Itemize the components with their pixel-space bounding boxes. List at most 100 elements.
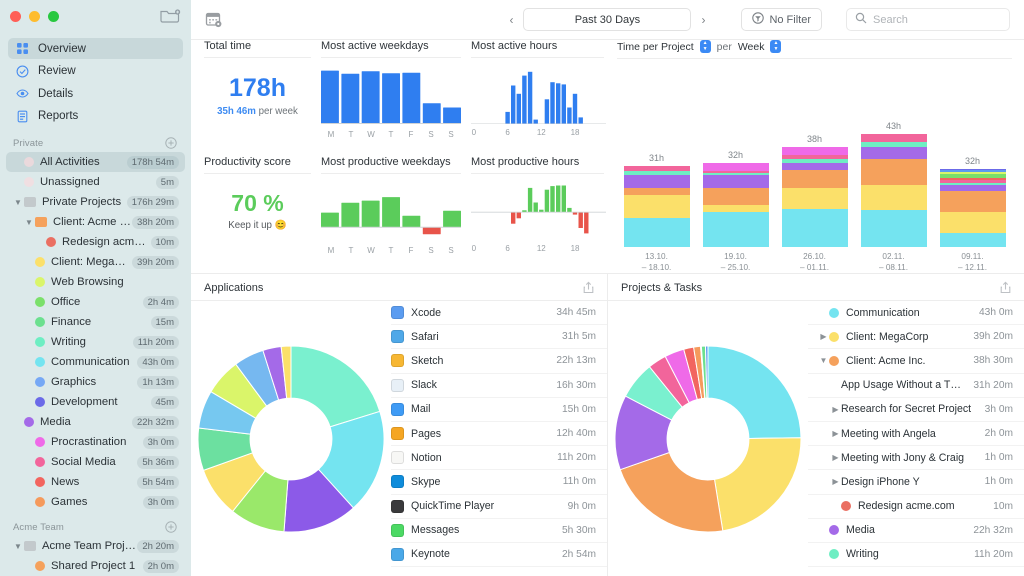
application-row[interactable]: Mail15h 0m	[391, 398, 607, 422]
chevron-right-icon[interactable]: ▶	[830, 477, 841, 486]
zoom-icon[interactable]	[48, 11, 59, 22]
sidebar-project-row[interactable]: Media22h 32m	[6, 412, 185, 432]
project-row[interactable]: ▼Client: Acme Inc.38h 30m	[808, 349, 1024, 373]
stacked-bar-group[interactable]: 32h19.10.– 25.10.	[696, 65, 775, 273]
applications-title: Applications	[204, 282, 263, 294]
project-row[interactable]: Communication43h 0m	[808, 301, 1024, 325]
sidebar-project-time: 15m	[151, 316, 179, 329]
application-row[interactable]: Notion11h 20m	[391, 446, 607, 470]
projects-panel: Projects & Tasks C	[607, 274, 1024, 576]
sidebar-project-row[interactable]: ▼Acme Team Projects2h 20m	[6, 536, 185, 556]
stack-segment	[624, 195, 690, 219]
filter-button[interactable]: No Filter	[741, 8, 822, 31]
chevron-down-icon[interactable]: ▼	[12, 542, 24, 551]
application-row[interactable]: Skype11h 0m	[391, 470, 607, 494]
color-dot-icon	[35, 457, 45, 467]
productive-hours-axis: 061218	[471, 244, 604, 255]
date-range-control: ‹ Past 30 Days ›	[499, 8, 715, 31]
chevron-down-icon[interactable]: ▼	[23, 218, 35, 227]
sidebar-item-reports[interactable]: Reports	[8, 106, 183, 127]
project-row[interactable]: ▶Client: MegaCorp39h 20m	[808, 325, 1024, 349]
add-project-icon[interactable]	[165, 137, 177, 149]
sidebar-project-row[interactable]: Procrastination3h 0m	[6, 432, 185, 452]
sidebar-project-row[interactable]: Redesign acme.com10m	[6, 232, 185, 252]
stacked-bar-group[interactable]: 38h26.10.– 01.11.	[775, 65, 854, 273]
sidebar-project-row[interactable]: Graphics1h 13m	[6, 372, 185, 392]
productivity-title: Productivity score	[204, 156, 311, 174]
sidebar-project-row[interactable]: Writing11h 20m	[6, 332, 185, 352]
chevron-down-icon[interactable]: ▼	[12, 198, 24, 207]
sidebar-project-row[interactable]: Social Media5h 36m	[6, 452, 185, 472]
chevron-right-icon[interactable]: ▶	[830, 453, 841, 462]
project-name: App Usage Without a T…	[841, 379, 961, 391]
calendar-icon[interactable]	[205, 11, 222, 28]
close-icon[interactable]	[10, 11, 21, 22]
next-period-button[interactable]: ›	[691, 8, 715, 31]
application-row[interactable]: QuickTime Player9h 0m	[391, 495, 607, 519]
application-row[interactable]: Keynote2h 54m	[391, 543, 607, 567]
sidebar-item-overview[interactable]: Overview	[8, 38, 183, 59]
share-icon[interactable]	[582, 281, 595, 294]
search-input[interactable]: Search	[846, 8, 1010, 31]
application-row[interactable]: Slack16h 30m	[391, 374, 607, 398]
stacked-bar-group[interactable]: 31h13.10.– 18.10.	[617, 65, 696, 273]
sidebar-project-time: 2h 20m	[137, 540, 179, 553]
project-row[interactable]: ▶Research for Secret Project3h 0m	[808, 398, 1024, 422]
stacked-bar	[940, 169, 1006, 247]
sidebar-project-label: Redesign acme.com	[62, 236, 151, 248]
time-per-project-header: Time per Project ▲▼ per Week ▲▼	[617, 40, 1012, 59]
chevron-right-icon[interactable]: ▶	[818, 332, 829, 341]
project-row[interactable]: App Usage Without a T…31h 20m	[808, 374, 1024, 398]
sidebar-item-review[interactable]: Review	[8, 61, 183, 82]
safari-icon	[391, 330, 404, 343]
keynote-icon	[391, 548, 404, 561]
sidebar-project-row[interactable]: Unassigned5m	[6, 172, 185, 192]
project-row[interactable]: Writing11h 20m	[808, 543, 1024, 567]
application-row[interactable]: Sketch22h 13m	[391, 349, 607, 373]
application-row[interactable]: Xcode34h 45m	[391, 301, 607, 325]
sidebar-project-row[interactable]: All Activities178h 54m	[6, 152, 185, 172]
metric-stepper[interactable]: ▲▼	[700, 40, 711, 53]
application-row[interactable]: Safari31h 5m	[391, 325, 607, 349]
content: Total time 178h 35h 46m per week Most ac…	[191, 40, 1024, 576]
application-name: QuickTime Player	[411, 500, 494, 512]
sidebar-project-row[interactable]: News5h 54m	[6, 472, 185, 492]
sidebar-project-row[interactable]: Client: MegaCorp39h 20m	[6, 252, 185, 272]
axis-tick-label: 18	[571, 128, 580, 137]
chevron-right-icon[interactable]: ▶	[830, 405, 841, 414]
prev-period-button[interactable]: ‹	[499, 8, 523, 31]
chevron-down-icon[interactable]: ▼	[818, 356, 829, 365]
chevron-right-icon[interactable]: ▶	[830, 429, 841, 438]
stacked-bar-group[interactable]: 32h09.11.– 12.11.	[933, 65, 1012, 273]
minimize-icon[interactable]	[29, 11, 40, 22]
stacked-bar-group[interactable]: 43h02.11.– 08.11.	[854, 65, 933, 273]
date-range-label[interactable]: Past 30 Days	[523, 8, 691, 31]
sidebar-project-row[interactable]: Shared Project 12h 0m	[6, 556, 185, 576]
sidebar-item-label: Overview	[38, 43, 86, 55]
project-row[interactable]: Media22h 32m	[808, 519, 1024, 543]
add-project-icon[interactable]	[165, 521, 177, 533]
interval-stepper[interactable]: ▲▼	[770, 40, 781, 53]
sidebar-project-row[interactable]: Development45m	[6, 392, 185, 412]
application-row[interactable]: Messages5h 30m	[391, 519, 607, 543]
sidebar-project-row[interactable]: Web Browsing	[6, 272, 185, 292]
axis-tick-label: 12	[537, 128, 546, 137]
sidebar-project-row[interactable]: ▼Private Projects176h 29m	[6, 192, 185, 212]
active-weekdays-cell: Most active weekdays MTWTFSS	[321, 40, 471, 156]
sidebar-project-row[interactable]: ▼Client: Acme Inc.38h 20m	[6, 212, 185, 232]
application-row[interactable]: Pages12h 40m	[391, 422, 607, 446]
application-time: 22h 13m	[548, 355, 596, 366]
share-icon[interactable]	[999, 281, 1012, 294]
sidebar-item-details[interactable]: Details	[8, 83, 183, 104]
new-folder-icon[interactable]	[159, 7, 181, 25]
sidebar-project-row[interactable]: Communication43h 0m	[6, 352, 185, 372]
sidebar-project-row[interactable]: Office2h 4m	[6, 292, 185, 312]
sidebar-project-row[interactable]: Finance15m	[6, 312, 185, 332]
project-row[interactable]: ▶Design iPhone Y1h 0m	[808, 470, 1024, 494]
messages-icon	[391, 524, 404, 537]
application-time: 31h 5m	[554, 331, 596, 342]
sidebar-project-row[interactable]: Games3h 0m	[6, 492, 185, 512]
project-row[interactable]: ▶Meeting with Angela2h 0m	[808, 422, 1024, 446]
project-row[interactable]: ▶Meeting with Jony & Craig1h 0m	[808, 446, 1024, 470]
project-row[interactable]: Redesign acme.com10m	[808, 495, 1024, 519]
